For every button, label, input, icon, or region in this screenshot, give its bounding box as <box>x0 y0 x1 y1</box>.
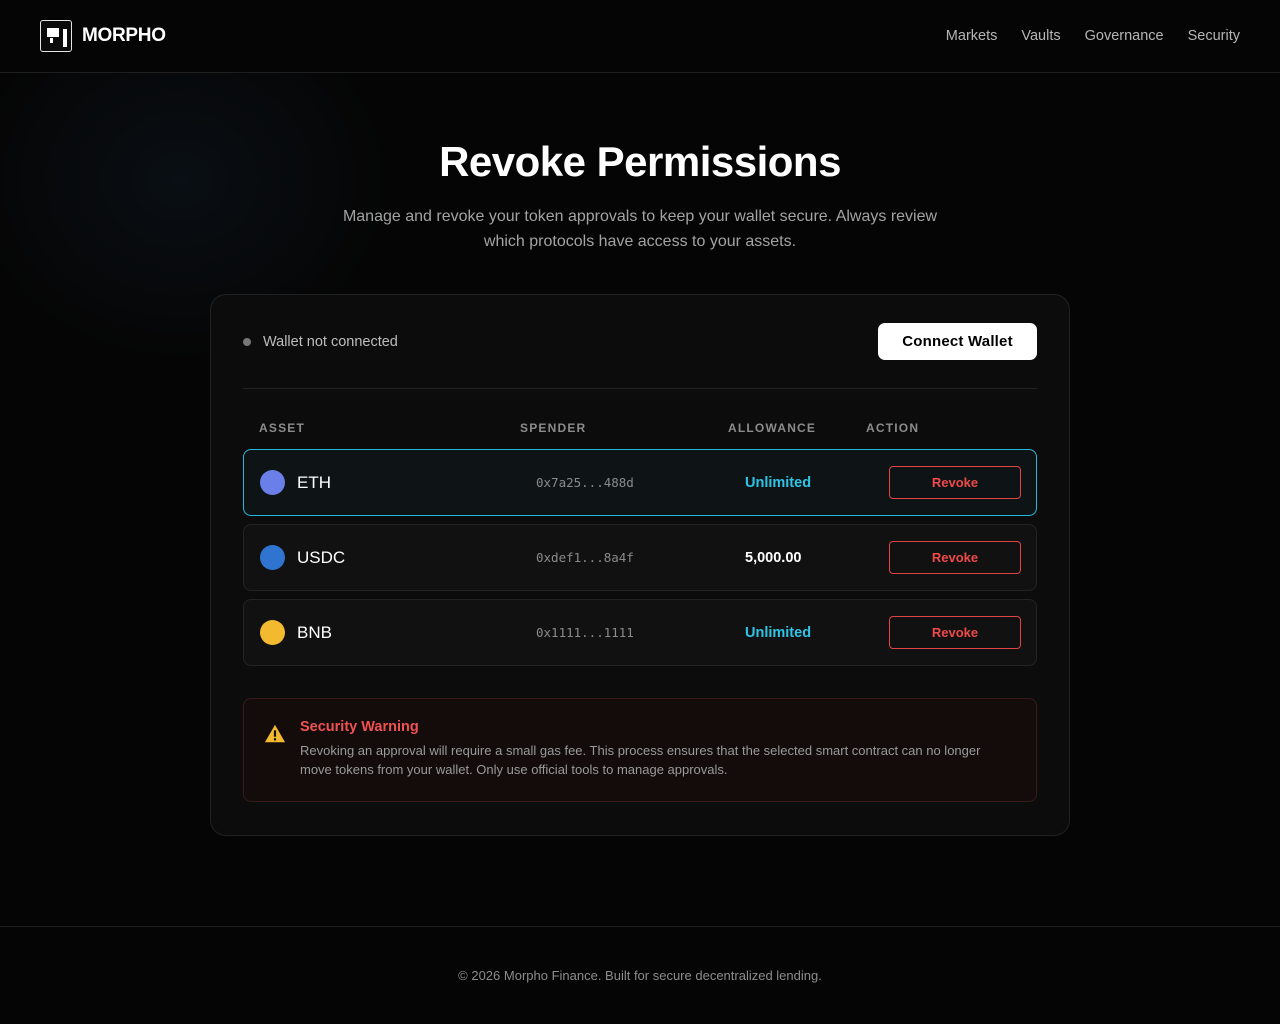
eth-token-icon <box>260 470 285 495</box>
allowance-value: Unlimited <box>745 624 812 641</box>
spender-address: 0xdef1...8a4f <box>536 550 634 565</box>
wallet-bar: Wallet not connected Connect Wallet <box>243 295 1037 389</box>
warning-body: Security Warning Revoking an approval wi… <box>300 719 1010 781</box>
wallet-status-text: Wallet not connected <box>263 333 398 350</box>
footer-text: © 2026 Morpho Finance. Built for secure … <box>458 968 822 983</box>
top-navbar: MORPHO Markets Vaults Governance Securit… <box>0 0 1280 73</box>
wallet-status: Wallet not connected <box>243 334 398 350</box>
allowance-value: Unlimited <box>745 474 812 491</box>
footer: © 2026 Morpho Finance. Built for secure … <box>0 926 1280 1024</box>
column-header-allowance: ALLOWANCE <box>728 421 817 435</box>
revoke-button[interactable]: Revoke <box>889 616 1021 649</box>
morpho-logo-icon <box>40 20 72 52</box>
asset-cell: USDC <box>244 545 536 570</box>
hero: Revoke Permissions Manage and revoke you… <box>0 138 1280 254</box>
revoke-button[interactable]: Revoke <box>889 541 1021 574</box>
table-row[interactable]: USDC 0xdef1...8a4f 5,000.00 Revoke <box>243 524 1037 591</box>
asset-symbol: USDC <box>297 547 346 567</box>
security-warning: Security Warning Revoking an approval wi… <box>243 698 1037 802</box>
asset-symbol: ETH <box>297 472 331 492</box>
approvals-list: ETH 0x7a25...488d Unlimited Revoke USDC … <box>243 449 1037 666</box>
nav-governance[interactable]: Governance <box>1085 28 1164 44</box>
main-nav: Markets Vaults Governance Security <box>946 28 1240 44</box>
table-row[interactable]: ETH 0x7a25...488d Unlimited Revoke <box>243 449 1037 516</box>
table-header: ASSET SPENDER ALLOWANCE ACTION <box>243 389 1037 449</box>
brand-name: MORPHO <box>82 25 166 46</box>
warning-text: Revoking an approval will require a smal… <box>300 743 981 777</box>
column-header-asset: ASSET <box>259 421 306 435</box>
status-dot-icon <box>243 337 251 346</box>
nav-markets[interactable]: Markets <box>946 28 998 44</box>
warning-title: Security Warning <box>300 719 419 735</box>
nav-security[interactable]: Security <box>1188 28 1240 44</box>
warning-triangle-icon <box>264 724 286 743</box>
allowance-value: 5,000.00 <box>745 549 802 566</box>
column-header-action: ACTION <box>866 421 920 435</box>
page-subtitle: Manage and revoke your token approvals t… <box>342 208 938 250</box>
asset-symbol: BNB <box>297 622 332 642</box>
connect-wallet-button[interactable]: Connect Wallet <box>878 323 1037 360</box>
brand[interactable]: MORPHO <box>40 20 166 52</box>
spender-address: 0x7a25...488d <box>536 475 634 490</box>
spender-address: 0x1111...1111 <box>536 625 634 640</box>
nav-vaults[interactable]: Vaults <box>1021 28 1060 44</box>
page-title: Revoke Permissions <box>439 138 841 185</box>
revoke-button[interactable]: Revoke <box>889 466 1021 499</box>
bnb-token-icon <box>260 620 285 645</box>
permissions-card: Wallet not connected Connect Wallet ASSE… <box>210 294 1070 836</box>
asset-cell: ETH <box>244 470 536 495</box>
asset-cell: BNB <box>244 620 536 645</box>
column-header-spender: SPENDER <box>520 421 587 435</box>
usdc-token-icon <box>260 545 285 570</box>
table-row[interactable]: BNB 0x1111...1111 Unlimited Revoke <box>243 599 1037 666</box>
